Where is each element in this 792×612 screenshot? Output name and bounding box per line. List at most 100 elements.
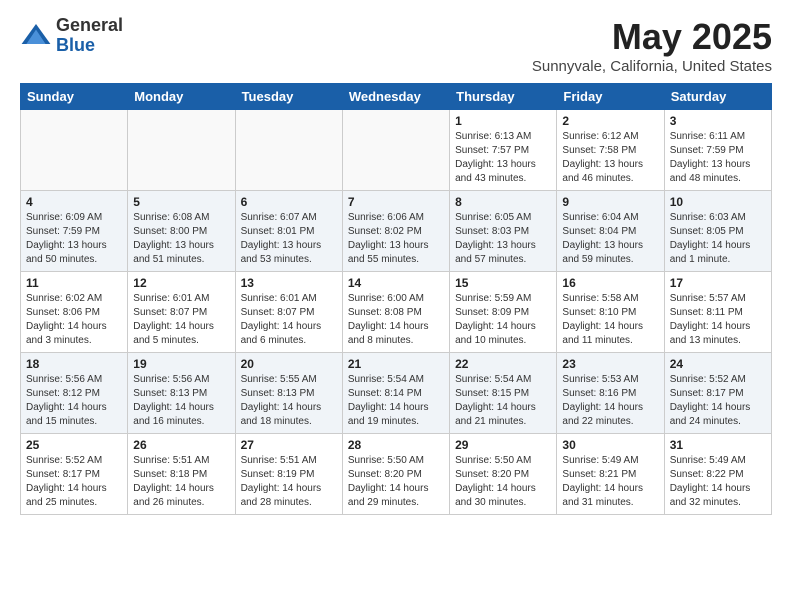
day-info: Sunrise: 5:56 AM Sunset: 8:13 PM Dayligh… — [133, 373, 229, 429]
calendar-cell — [342, 110, 449, 191]
day-number: 19 — [133, 357, 229, 371]
calendar-cell: 16 Sunrise: 5:58 AM Sunset: 8:10 PM Dayli… — [557, 272, 664, 353]
calendar-day-header: Friday — [557, 84, 664, 110]
calendar-week-row: 4Sunrise: 6:09 AM Sunset: 7:59 PM Daylig… — [21, 191, 772, 272]
calendar-cell: 23 Sunrise: 5:53 AM Sunset: 8:16 PM Dayli… — [557, 353, 664, 434]
day-number: 10 — [670, 195, 766, 209]
calendar-cell — [235, 110, 342, 191]
day-info: Sunrise: 5:55 AM Sunset: 8:13 PM Dayligh… — [241, 373, 337, 429]
day-number: 23 — [562, 357, 658, 371]
day-info: Sunrise: 5:58 AM Sunset: 8:10 PM Dayligh… — [562, 292, 658, 348]
day-number: 16 — [562, 276, 658, 290]
calendar-cell: 25Sunrise: 5:52 AM Sunset: 8:17 PM Dayli… — [21, 434, 128, 515]
day-info: Sunrise: 6:04 AM Sunset: 8:04 PM Dayligh… — [562, 211, 658, 267]
day-info: Sunrise: 6:08 AM Sunset: 8:00 PM Dayligh… — [133, 211, 229, 267]
logo: General Blue — [20, 16, 123, 56]
day-number: 28 — [348, 438, 444, 452]
day-number: 20 — [241, 357, 337, 371]
calendar-cell: 31 Sunrise: 5:49 AM Sunset: 8:22 PM Dayli… — [664, 434, 771, 515]
calendar-table: SundayMondayTuesdayWednesdayThursdayFrid… — [20, 83, 772, 515]
calendar-cell: 19 Sunrise: 5:56 AM Sunset: 8:13 PM Dayli… — [128, 353, 235, 434]
day-number: 3 — [670, 114, 766, 128]
day-number: 9 — [562, 195, 658, 209]
main-title: May 2025 — [532, 16, 772, 58]
calendar-cell: 30Sunrise: 5:49 AM Sunset: 8:21 PM Dayli… — [557, 434, 664, 515]
day-number: 1 — [455, 114, 551, 128]
day-number: 21 — [348, 357, 444, 371]
day-number: 22 — [455, 357, 551, 371]
day-info: Sunrise: 6:11 AM Sunset: 7:59 PM Dayligh… — [670, 130, 766, 186]
day-info: Sunrise: 6:12 AM Sunset: 7:58 PM Dayligh… — [562, 130, 658, 186]
calendar-cell: 24 Sunrise: 5:52 AM Sunset: 8:17 PM Dayli… — [664, 353, 771, 434]
title-block: May 2025 Sunnyvale, California, United S… — [532, 16, 772, 75]
calendar-cell: 9 Sunrise: 6:04 AM Sunset: 8:04 PM Daylig… — [557, 191, 664, 272]
day-info: Sunrise: 6:01 AM Sunset: 8:07 PM Dayligh… — [133, 292, 229, 348]
day-number: 24 — [670, 357, 766, 371]
day-info: Sunrise: 6:00 AM Sunset: 8:08 PM Dayligh… — [348, 292, 444, 348]
day-info: Sunrise: 5:54 AM Sunset: 8:14 PM Dayligh… — [348, 373, 444, 429]
day-number: 7 — [348, 195, 444, 209]
day-info: Sunrise: 6:13 AM Sunset: 7:57 PM Dayligh… — [455, 130, 551, 186]
calendar-cell: 20 Sunrise: 5:55 AM Sunset: 8:13 PM Dayli… — [235, 353, 342, 434]
day-number: 31 — [670, 438, 766, 452]
day-info: Sunrise: 5:50 AM Sunset: 8:20 PM Dayligh… — [348, 454, 444, 510]
day-number: 13 — [241, 276, 337, 290]
day-info: Sunrise: 6:01 AM Sunset: 8:07 PM Dayligh… — [241, 292, 337, 348]
day-info: Sunrise: 5:53 AM Sunset: 8:16 PM Dayligh… — [562, 373, 658, 429]
calendar-cell: 17 Sunrise: 5:57 AM Sunset: 8:11 PM Dayli… — [664, 272, 771, 353]
day-number: 27 — [241, 438, 337, 452]
day-info: Sunrise: 5:51 AM Sunset: 8:18 PM Dayligh… — [133, 454, 229, 510]
calendar-cell: 18Sunrise: 5:56 AM Sunset: 8:12 PM Dayli… — [21, 353, 128, 434]
page: General Blue May 2025 Sunnyvale, Califor… — [0, 0, 792, 531]
day-number: 6 — [241, 195, 337, 209]
day-number: 12 — [133, 276, 229, 290]
day-info: Sunrise: 6:05 AM Sunset: 8:03 PM Dayligh… — [455, 211, 551, 267]
day-info: Sunrise: 5:49 AM Sunset: 8:22 PM Dayligh… — [670, 454, 766, 510]
calendar-cell — [128, 110, 235, 191]
calendar-day-header: Sunday — [21, 84, 128, 110]
calendar-cell: 27Sunrise: 5:51 AM Sunset: 8:19 PM Dayli… — [235, 434, 342, 515]
calendar-cell: 26Sunrise: 5:51 AM Sunset: 8:18 PM Dayli… — [128, 434, 235, 515]
calendar-cell: 15Sunrise: 5:59 AM Sunset: 8:09 PM Dayli… — [450, 272, 557, 353]
calendar-week-row: 18Sunrise: 5:56 AM Sunset: 8:12 PM Dayli… — [21, 353, 772, 434]
logo-blue-text: Blue — [56, 36, 123, 56]
day-info: Sunrise: 5:50 AM Sunset: 8:20 PM Dayligh… — [455, 454, 551, 510]
day-number: 2 — [562, 114, 658, 128]
calendar-cell: 2 Sunrise: 6:12 AM Sunset: 7:58 PM Daylig… — [557, 110, 664, 191]
calendar-cell: 5 Sunrise: 6:08 AM Sunset: 8:00 PM Daylig… — [128, 191, 235, 272]
day-number: 8 — [455, 195, 551, 209]
day-info: Sunrise: 6:07 AM Sunset: 8:01 PM Dayligh… — [241, 211, 337, 267]
calendar-cell: 14Sunrise: 6:00 AM Sunset: 8:08 PM Dayli… — [342, 272, 449, 353]
header: General Blue May 2025 Sunnyvale, Califor… — [20, 16, 772, 75]
day-info: Sunrise: 5:52 AM Sunset: 8:17 PM Dayligh… — [26, 454, 122, 510]
calendar-day-header: Tuesday — [235, 84, 342, 110]
calendar-day-header: Wednesday — [342, 84, 449, 110]
calendar-cell: 11Sunrise: 6:02 AM Sunset: 8:06 PM Dayli… — [21, 272, 128, 353]
calendar-cell: 12 Sunrise: 6:01 AM Sunset: 8:07 PM Dayli… — [128, 272, 235, 353]
day-number: 15 — [455, 276, 551, 290]
day-number: 30 — [562, 438, 658, 452]
calendar-day-header: Saturday — [664, 84, 771, 110]
day-info: Sunrise: 6:03 AM Sunset: 8:05 PM Dayligh… — [670, 211, 766, 267]
calendar-cell: 8 Sunrise: 6:05 AM Sunset: 8:03 PM Daylig… — [450, 191, 557, 272]
calendar-cell: 22 Sunrise: 5:54 AM Sunset: 8:15 PM Dayli… — [450, 353, 557, 434]
day-number: 5 — [133, 195, 229, 209]
calendar-day-header: Thursday — [450, 84, 557, 110]
day-info: Sunrise: 5:57 AM Sunset: 8:11 PM Dayligh… — [670, 292, 766, 348]
calendar-cell: 10 Sunrise: 6:03 AM Sunset: 8:05 PM Dayli… — [664, 191, 771, 272]
calendar-cell: 29Sunrise: 5:50 AM Sunset: 8:20 PM Dayli… — [450, 434, 557, 515]
calendar-cell: 21 Sunrise: 5:54 AM Sunset: 8:14 PM Dayli… — [342, 353, 449, 434]
calendar-week-row: 11Sunrise: 6:02 AM Sunset: 8:06 PM Dayli… — [21, 272, 772, 353]
calendar-cell: 6 Sunrise: 6:07 AM Sunset: 8:01 PM Daylig… — [235, 191, 342, 272]
logo-general-text: General — [56, 16, 123, 36]
calendar-cell: 1 Sunrise: 6:13 AM Sunset: 7:57 PM Daylig… — [450, 110, 557, 191]
calendar-cell: 4Sunrise: 6:09 AM Sunset: 7:59 PM Daylig… — [21, 191, 128, 272]
calendar-cell: 28 Sunrise: 5:50 AM Sunset: 8:20 PM Dayli… — [342, 434, 449, 515]
logo-text: General Blue — [56, 16, 123, 56]
day-number: 17 — [670, 276, 766, 290]
logo-icon — [20, 20, 52, 52]
day-info: Sunrise: 5:54 AM Sunset: 8:15 PM Dayligh… — [455, 373, 551, 429]
calendar-day-header: Monday — [128, 84, 235, 110]
calendar-week-row: 1 Sunrise: 6:13 AM Sunset: 7:57 PM Daylig… — [21, 110, 772, 191]
day-info: Sunrise: 5:52 AM Sunset: 8:17 PM Dayligh… — [670, 373, 766, 429]
